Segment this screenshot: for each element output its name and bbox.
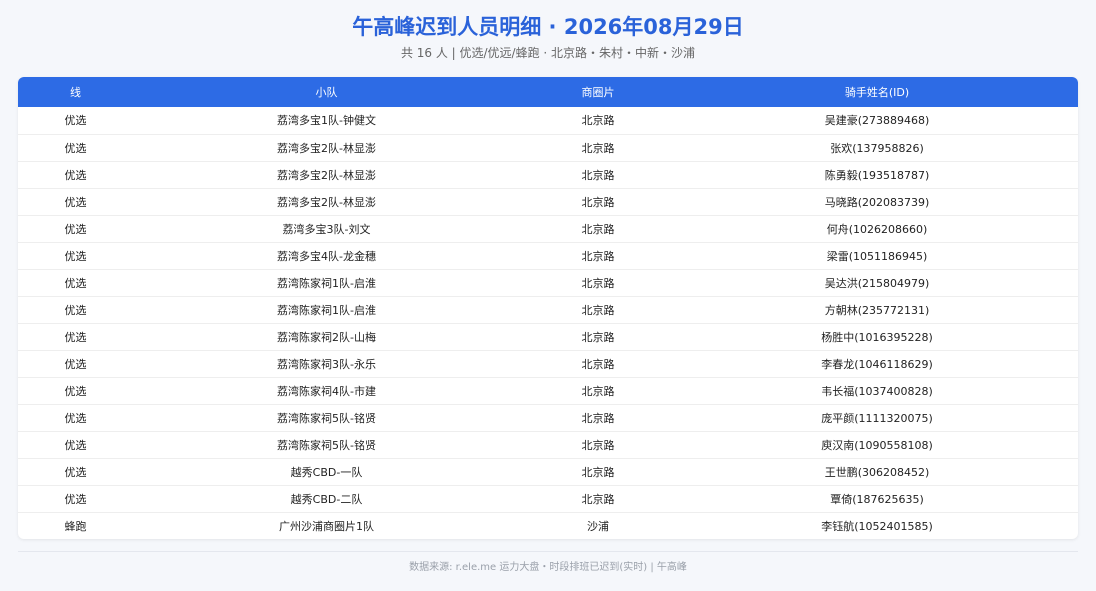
table-header-row: 线 小队 商圈片 骑手姓名(ID) [18,77,1078,107]
cell-line: 优选 [18,215,133,243]
table-row: 蜂跑 广州沙浦商圈片1队 沙浦 李钰航(1052401585) [18,512,1078,539]
cell-area: 北京路 [520,431,676,459]
cell-line: 优选 [18,134,133,162]
cell-line: 优选 [18,323,133,351]
cell-team: 越秀CBD-一队 [133,458,520,486]
table-row: 优选 越秀CBD-二队 北京路 覃倚(187625635) [18,485,1078,513]
cell-rider: 杨胜中(1016395228) [676,323,1078,351]
cell-area: 北京路 [520,161,676,189]
footer-source: 数据来源: r.ele.me 运力大盘・时段排班已迟到(实时) | 午高峰 [409,562,687,573]
cell-line: 优选 [18,404,133,432]
table-row: 优选 荔湾多宝1队-钟健文 北京路 吴建豪(273889468) [18,107,1078,135]
cell-rider: 庞平颜(1111320075) [676,404,1078,432]
cell-line: 优选 [18,161,133,189]
cell-rider: 王世鹏(306208452) [676,458,1078,486]
cell-team: 荔湾多宝1队-钟健文 [133,107,520,135]
cell-rider: 陈勇毅(193518787) [676,161,1078,189]
cell-rider: 方朝林(235772131) [676,296,1078,324]
cell-line: 优选 [18,269,133,297]
cell-area: 北京路 [520,350,676,378]
cell-area: 北京路 [520,485,676,513]
cell-line: 优选 [18,296,133,324]
column-header-rider[interactable]: 骑手姓名(ID) [676,77,1078,107]
cell-rider: 庾汉南(1090558108) [676,431,1078,459]
cell-line: 优选 [18,188,133,216]
cell-rider: 何舟(1026208660) [676,215,1078,243]
cell-team: 荔湾陈家祠4队-市建 [133,377,520,405]
cell-rider: 李钰航(1052401585) [821,519,933,533]
footer-divider [18,551,1078,552]
cell-team: 荔湾陈家祠5队-铭贤 [133,404,520,432]
cell-area: 北京路 [520,269,676,297]
cell-team: 荔湾多宝2队-林显澎 [133,161,520,189]
cell-line: 优选 [18,107,133,135]
cell-area: 北京路 [520,215,676,243]
table-row: 优选 荔湾多宝3队-刘文 北京路 何舟(1026208660) [18,215,1078,243]
cell-rider: 覃倚(187625635) [676,485,1078,513]
late-staff-table: 线 小队 商圈片 骑手姓名(ID) 优选 荔湾多宝1队-钟健文 北京路 吴建豪(273… [18,77,1078,539]
cell-team: 荔湾多宝2队-林显澎 [133,188,520,216]
table-row: 优选 荔湾陈家祠5队-铭贤 北京路 庾汉南(1090558108) [18,431,1078,459]
column-header-line[interactable]: 线 [18,77,133,107]
report-header: 午高峰迟到人员明细 · 2026年08月29日 共 16 人 | 优选/优远/蜂… [0,0,1096,62]
table-row: 优选 荔湾陈家祠1队-启淮 北京路 吴达洪(215804979) [18,269,1078,297]
table-row: 优选 越秀CBD-一队 北京路 王世鹏(306208452) [18,458,1078,486]
cell-team: 荔湾陈家祠5队-铭贤 [133,431,520,459]
cell-rider: 韦长福(1037400828) [676,377,1078,405]
cell-rider: 张欢(137958826) [676,134,1078,162]
cell-team: 荔湾陈家祠1队-启淮 [133,269,520,297]
cell-team: 荔湾陈家祠3队-永乐 [133,350,520,378]
cell-line: 优选 [18,377,133,405]
cell-rider: 梁雷(1051186945) [676,242,1078,270]
page-subtitle: 共 16 人 | 优选/优远/蜂跑 · 北京路・朱村・中新・沙浦 [400,46,696,60]
table-row: 优选 荔湾多宝2队-林显澎 北京路 马晓路(202083739) [18,188,1078,216]
cell-line: 优选 [18,242,133,270]
cell-line: 优选 [18,485,133,513]
table-body: 优选 荔湾多宝1队-钟健文 北京路 吴建豪(273889468) 优选 荔湾多宝2队-林显… [18,107,1078,539]
cell-line: 蜂跑 [64,519,87,533]
table-header: 线 小队 商圈片 骑手姓名(ID) [18,77,1078,107]
column-header-team[interactable]: 小队 [133,77,520,107]
cell-area: 北京路 [520,107,676,135]
cell-area: 北京路 [520,377,676,405]
cell-team: 越秀CBD-二队 [133,485,520,513]
report-page: 午高峰迟到人员明细 · 2026年08月29日 共 16 人 | 优选/优远/蜂… [0,0,1096,591]
cell-area: 北京路 [520,134,676,162]
cell-area: 北京路 [520,323,676,351]
cell-area: 沙浦 [587,519,609,533]
table-row: 优选 荔湾多宝2队-林显澎 北京路 张欢(137958826) [18,134,1078,162]
cell-area: 北京路 [520,404,676,432]
cell-area: 北京路 [520,458,676,486]
table-row: 优选 荔湾陈家祠4队-市建 北京路 韦长福(1037400828) [18,377,1078,405]
cell-team: 荔湾多宝4队-龙金穗 [133,242,520,270]
cell-team: 荔湾多宝2队-林显澎 [133,134,520,162]
cell-team: 荔湾陈家祠1队-启淮 [133,296,520,324]
cell-area: 北京路 [520,188,676,216]
cell-rider: 吴达洪(215804979) [676,269,1078,297]
page-title: 午高峰迟到人员明细 · 2026年08月29日 [352,15,744,39]
cell-rider: 李春龙(1046118629) [676,350,1078,378]
cell-team: 荔湾陈家祠2队-山梅 [133,323,520,351]
table-row: 优选 荔湾陈家祠2队-山梅 北京路 杨胜中(1016395228) [18,323,1078,351]
cell-team: 广州沙浦商圈片1队 [279,519,374,533]
column-header-area[interactable]: 商圈片 [520,77,676,107]
cell-team: 荔湾多宝3队-刘文 [133,215,520,243]
cell-line: 优选 [18,458,133,486]
table-row: 优选 荔湾多宝4队-龙金穗 北京路 梁雷(1051186945) [18,242,1078,270]
cell-rider: 吴建豪(273889468) [676,107,1078,135]
cell-area: 北京路 [520,296,676,324]
cell-line: 优选 [18,431,133,459]
cell-area: 北京路 [520,242,676,270]
table-row: 优选 荔湾陈家祠3队-永乐 北京路 李春龙(1046118629) [18,350,1078,378]
table-row: 优选 荔湾陈家祠5队-铭贤 北京路 庞平颜(1111320075) [18,404,1078,432]
table-row: 优选 荔湾多宝2队-林显澎 北京路 陈勇毅(193518787) [18,161,1078,189]
cell-rider: 马晓路(202083739) [676,188,1078,216]
table-row: 优选 荔湾陈家祠1队-启淮 北京路 方朝林(235772131) [18,296,1078,324]
cell-line: 优选 [18,350,133,378]
